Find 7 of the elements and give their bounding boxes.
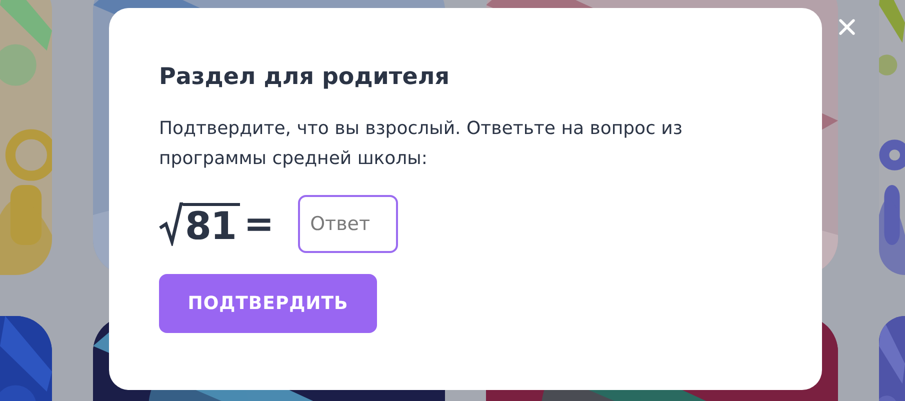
- radicand: 81: [183, 203, 240, 246]
- dialog-title: Раздел для родителя: [159, 63, 450, 92]
- dialog-prompt: Подтвердите, что вы взрослый. Ответьте на вопрос из программы средней школы:: [159, 117, 684, 171]
- confirm-button[interactable]: ПОДТВЕРДИТЬ: [159, 274, 377, 333]
- answer-field[interactable]: Ответ: [298, 195, 398, 253]
- equals-sign: =: [244, 204, 274, 244]
- square-root-icon: [159, 202, 183, 246]
